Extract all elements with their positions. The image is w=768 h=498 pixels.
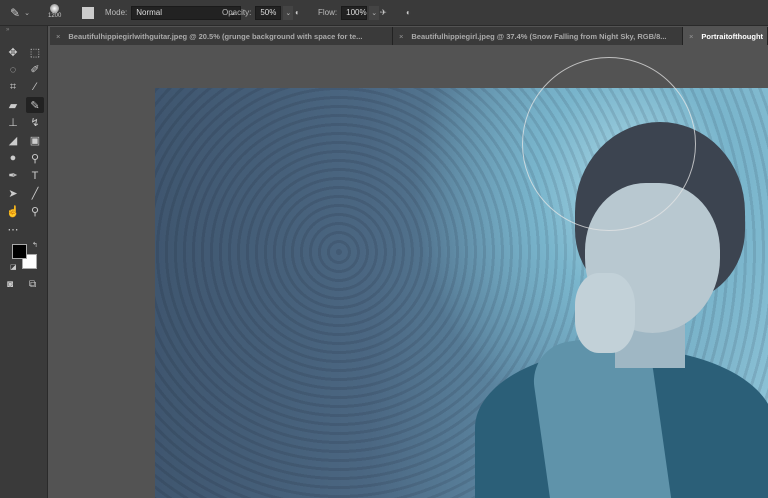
- opacity-input[interactable]: 50%: [255, 5, 282, 20]
- opacity-dropdown[interactable]: ⌄: [283, 5, 294, 20]
- tab-label: Beautifulhippiegirl.jpeg @ 37.4% (Snow F…: [411, 31, 667, 41]
- flow-dropdown[interactable]: ⌄: [369, 5, 380, 20]
- tab-label: Beautifulhippiegirlwithguitar.jpeg @ 20.…: [68, 31, 363, 41]
- swap-colors-icon[interactable]: ↰: [32, 241, 38, 249]
- brush-panel-icon: [82, 6, 94, 19]
- airbrush-button[interactable]: ✈: [380, 4, 387, 21]
- line-tool-icon[interactable]: ╱: [26, 186, 44, 202]
- flow-value: 100%: [346, 8, 367, 17]
- blur-tool-icon[interactable]: ●: [4, 150, 22, 166]
- screen-mode-icon[interactable]: ⧉: [29, 279, 36, 290]
- quick-selection-tool-icon[interactable]: ✐: [26, 62, 44, 78]
- opacity-label: Opacity:: [222, 8, 252, 17]
- clone-stamp-tool-icon[interactable]: ⊥: [4, 115, 22, 131]
- tab-document-2[interactable]: × Beautifulhippiegirl.jpeg @ 37.4% (Snow …: [393, 27, 683, 45]
- close-icon[interactable]: ×: [399, 32, 403, 41]
- document-tabs: × Beautifulhippiegirlwithguitar.jpeg @ 20…: [50, 27, 768, 45]
- crop-tool-icon[interactable]: ⌗: [4, 79, 22, 95]
- flow-input[interactable]: 100%: [341, 5, 368, 20]
- foreground-color-swatch[interactable]: [12, 244, 27, 259]
- gradient-tool-icon[interactable]: ▣: [26, 133, 44, 149]
- brush-cursor: [522, 57, 696, 231]
- pressure-size-button[interactable]: ◐: [406, 4, 411, 21]
- tab-document-3[interactable]: × Portraitofthought: [683, 27, 768, 45]
- tab-label: Portraitofthought: [701, 31, 764, 41]
- pressure-icon: ◐: [406, 8, 411, 17]
- zoom-tool-icon[interactable]: ⚲: [26, 203, 44, 219]
- type-tool-icon[interactable]: T: [26, 168, 44, 184]
- history-brush-tool-icon[interactable]: ↯: [26, 115, 44, 131]
- eraser-tool-icon[interactable]: ◢: [4, 133, 22, 149]
- default-colors-icon[interactable]: ◪: [10, 263, 17, 271]
- pressure-opacity-button[interactable]: ◐: [295, 4, 300, 21]
- pen-tool-icon[interactable]: ✒: [4, 168, 22, 184]
- portrait-hand: [575, 273, 635, 353]
- mode-label: Mode:: [105, 8, 128, 17]
- rectangular-marquee-tool-icon[interactable]: ⬚: [26, 44, 44, 60]
- close-icon[interactable]: ×: [56, 32, 60, 41]
- toolbox: » ✥ ⬚ ◌ ✐ ⌗ ⁄ ▰ ✎ ⊥ ↯ ◢ ▣ ● ⚲ ✒ T ➤ ╱ ☝ ⚲ ⋯ ↰ ◪ ◙ ⧉: [0, 26, 48, 498]
- brush-settings-toggle[interactable]: [82, 4, 94, 21]
- options-bar: ✎ ⌄ 1200 Mode: Normal ⌄ Opacity: 50% ⌄ ◐ Flow…: [0, 0, 768, 26]
- smudge-tool-icon[interactable]: ☝: [4, 203, 22, 219]
- healing-brush-tool-icon[interactable]: ▰: [4, 97, 22, 113]
- brush-size-picker[interactable]: 1200: [48, 4, 61, 21]
- dodge-tool-icon[interactable]: ⚲: [26, 150, 44, 166]
- pressure-icon: ◐: [295, 8, 300, 17]
- more-tool-icon[interactable]: ⋯: [4, 221, 22, 237]
- brush-tool-icon[interactable]: ✎: [26, 97, 44, 114]
- tab-document-1[interactable]: × Beautifulhippiegirlwithguitar.jpeg @ 20…: [50, 27, 393, 45]
- eyedropper-tool-icon[interactable]: ⁄: [26, 79, 44, 95]
- brush-tool-preset[interactable]: ✎ ⌄: [10, 4, 32, 21]
- flow-label: Flow:: [318, 8, 338, 17]
- airbrush-icon: ✈: [380, 8, 387, 17]
- collapse-icon[interactable]: »: [6, 27, 9, 33]
- close-icon[interactable]: ×: [689, 32, 693, 41]
- move-tool-icon[interactable]: ✥: [4, 44, 22, 60]
- brush-tip-icon: [50, 4, 60, 13]
- lasso-tool-icon[interactable]: ◌: [4, 62, 22, 78]
- brush-icon: ✎: [10, 5, 21, 20]
- quick-mask-icon[interactable]: ◙: [7, 279, 13, 290]
- opacity-value: 50%: [260, 8, 277, 17]
- mode-value: Normal: [136, 8, 163, 17]
- path-selection-tool-icon[interactable]: ➤: [4, 186, 22, 202]
